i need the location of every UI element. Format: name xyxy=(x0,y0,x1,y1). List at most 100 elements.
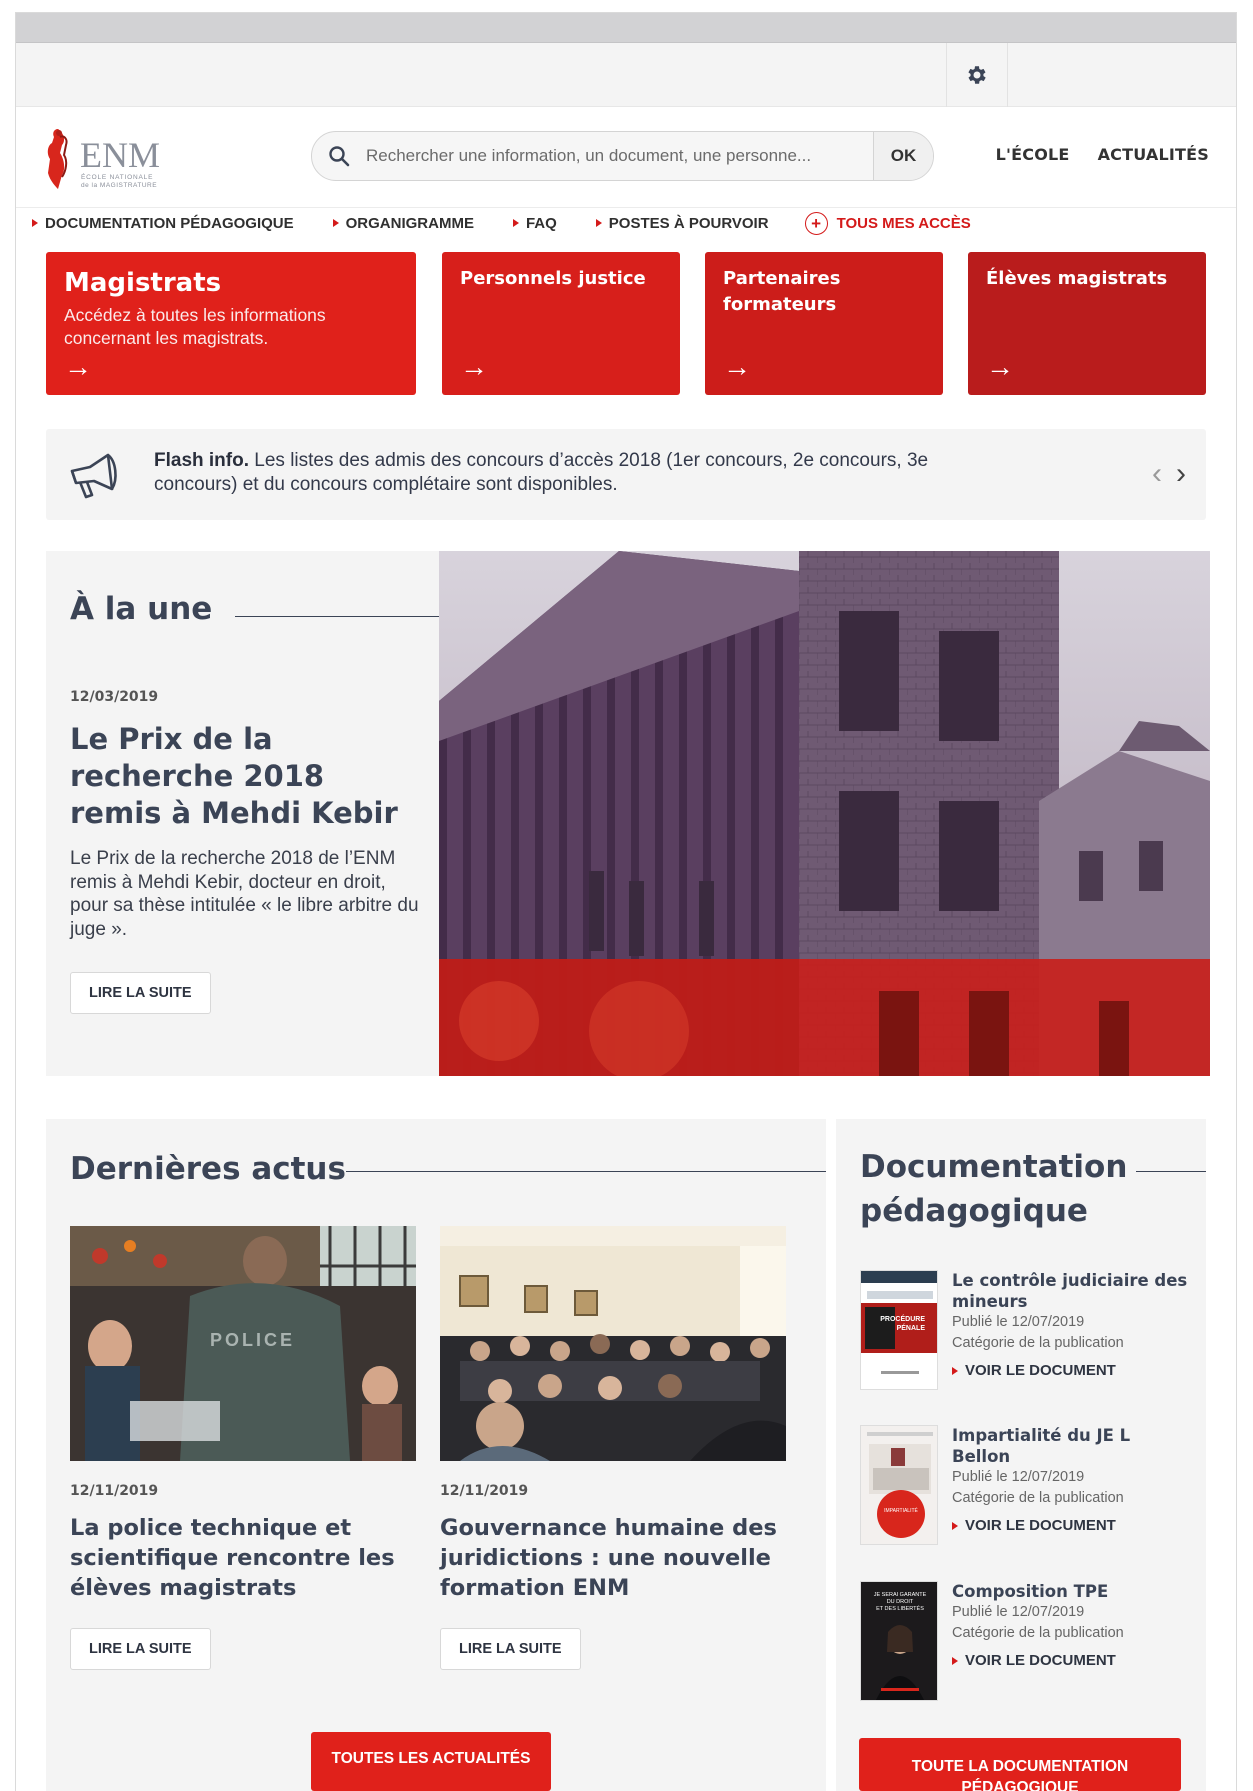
document-title[interactable]: Le contrôle judiciaire des mineurs xyxy=(952,1270,1192,1312)
search-icon xyxy=(312,145,366,167)
bullet-arrow-icon xyxy=(595,219,602,227)
search-submit-button[interactable]: OK xyxy=(873,132,933,180)
nav-actualites[interactable]: ACTUALITÉS xyxy=(1098,145,1209,164)
section-title: Documentation pédagogique xyxy=(860,1149,1128,1229)
card-eleves-magistrats[interactable]: Élèves magistrats → xyxy=(968,252,1206,395)
svg-text:DU DROIT: DU DROIT xyxy=(887,1599,914,1605)
svg-text:PROCÉDURE: PROCÉDURE xyxy=(880,1314,925,1323)
quick-links-bar: DOCUMENTATION PÉDAGOGIQUE ORGANIGRAMME F… xyxy=(32,211,1010,235)
flash-info-message: Les listes des admis des concours d’accè… xyxy=(154,450,929,495)
chevron-left-icon[interactable]: ‹ xyxy=(1152,459,1162,489)
news-photo-police[interactable]: POLICE xyxy=(70,1226,416,1461)
article-date: 12/03/2019 xyxy=(70,689,159,705)
divider xyxy=(1136,1171,1206,1172)
document-category: Catégorie de la publication xyxy=(952,1490,1124,1506)
document-item: JE SERAI GARANTE DU DROIT ET DES LIBERTÉ… xyxy=(860,1581,1190,1701)
site-header: ENM ÉCOLE NATIONALE de la MAGISTRATURE O… xyxy=(16,107,1236,208)
news-date: 12/11/2019 xyxy=(70,1483,159,1499)
document-title[interactable]: Composition TPE xyxy=(952,1581,1192,1602)
document-info: Le contrôle judiciaire des mineurs Publi… xyxy=(952,1270,1192,1379)
quick-link-label: FAQ xyxy=(525,214,557,232)
document-cover[interactable]: JE SERAI GARANTE DU DROIT ET DES LIBERTÉ… xyxy=(860,1581,938,1701)
quick-link-label: ORGANIGRAMME xyxy=(345,214,474,232)
dernieres-actus-section: Dernières actus POLICE 12/11/2019 La pol… xyxy=(46,1119,826,1791)
card-partenaires-formateurs[interactable]: Partenaires formateurs → xyxy=(705,252,943,395)
view-document-label: VOIR LE DOCUMENT xyxy=(965,1652,1116,1669)
main-nav: L'ÉCOLE ACTUALITÉS xyxy=(996,145,1209,164)
documentation-pedagogique-section: Documentation pédagogique PROCÉDURE PÉNA… xyxy=(836,1119,1206,1791)
quick-link-organigramme[interactable]: ORGANIGRAMME xyxy=(332,214,474,232)
flash-info-banner: Flash info. Les listes des admis des con… xyxy=(46,429,1206,520)
read-more-button[interactable]: LIRE LA SUITE xyxy=(70,972,211,1014)
document-title[interactable]: Impartialité du JE L Bellon xyxy=(952,1425,1192,1467)
news-title[interactable]: Gouvernance humaine des juridictions : u… xyxy=(440,1513,786,1603)
svg-text:de la MAGISTRATURE: de la MAGISTRATURE xyxy=(81,182,157,189)
chevron-right-icon[interactable]: › xyxy=(1176,459,1186,489)
view-document-link[interactable]: VOIR LE DOCUMENT xyxy=(952,1517,1192,1534)
all-documentation-button[interactable]: TOUTE LA DOCUMENTATION PÉDAGOGIQUE xyxy=(859,1738,1181,1791)
document-cover[interactable]: PROCÉDURE PÉNALE xyxy=(860,1270,938,1390)
document-item: PROCÉDURE PÉNALE Le contrôle judiciaire … xyxy=(860,1270,1190,1390)
svg-text:IMPARTIALITÉ: IMPARTIALITÉ xyxy=(884,1507,918,1514)
flash-info-text: Flash info. Les listes des admis des con… xyxy=(154,449,1014,497)
svg-text:ÉCOLE NATIONALE: ÉCOLE NATIONALE xyxy=(81,172,153,181)
arrow-right-icon: → xyxy=(460,351,488,382)
document-cover[interactable]: IMPARTIALITÉ xyxy=(860,1425,938,1545)
all-news-button[interactable]: TOUTES LES ACTUALITÉS xyxy=(311,1732,551,1791)
quick-link-postes[interactable]: POSTES À POURVOIR xyxy=(595,215,769,232)
a-la-une-panel: À la une 12/03/2019 Le Prix de la recher… xyxy=(46,551,439,1076)
document-category: Catégorie de la publication xyxy=(952,1625,1124,1641)
quick-link-documentation[interactable]: DOCUMENTATION PÉDAGOGIQUE xyxy=(32,215,294,232)
bullet-arrow-icon xyxy=(952,1521,958,1530)
plus-circle-icon: + xyxy=(804,211,828,235)
card-personnels-justice[interactable]: Personnels justice → xyxy=(442,252,680,395)
document-info: Composition TPE Publié le 12/07/2019 Cat… xyxy=(952,1581,1192,1669)
document-date: Publié le 12/07/2019 xyxy=(952,1604,1085,1620)
card-title: Partenaires formateurs xyxy=(723,268,841,315)
section-title: Dernières actus xyxy=(70,1151,346,1187)
card-magistrats[interactable]: Magistrats Accédez à toutes les informat… xyxy=(46,252,416,395)
quick-link-label: TOUS MES ACCÈS xyxy=(836,214,971,232)
bullet-arrow-icon xyxy=(512,219,519,227)
nav-ecole[interactable]: L'ÉCOLE xyxy=(996,145,1070,164)
svg-text:ET DES LIBERTÉS: ET DES LIBERTÉS xyxy=(876,1605,924,1612)
news-title[interactable]: La police technique et scientifique renc… xyxy=(70,1513,416,1603)
arrow-right-icon: → xyxy=(64,351,92,382)
megaphone-icon xyxy=(64,449,124,508)
quick-link-faq[interactable]: FAQ xyxy=(512,214,557,232)
settings-button[interactable] xyxy=(946,43,1008,107)
svg-text:PÉNALE: PÉNALE xyxy=(897,1323,926,1332)
document-info: Impartialité du JE L Bellon Publié le 12… xyxy=(952,1425,1192,1534)
enm-logo-mark: ENM ÉCOLE NATIONALE de la MAGISTRATURE xyxy=(47,129,160,189)
card-description: Accédez à toutes les informations concer… xyxy=(64,305,326,348)
quick-link-label: DOCUMENTATION PÉDAGOGIQUE xyxy=(45,214,294,232)
quick-link-tous-mes-acces[interactable]: + TOUS MES ACCÈS xyxy=(804,211,971,235)
arrow-right-icon: → xyxy=(723,351,751,382)
article-title[interactable]: Le Prix de la recherche 2018 remis à Meh… xyxy=(70,721,420,832)
search-input[interactable] xyxy=(366,132,873,180)
section-title: À la une xyxy=(70,591,213,627)
news-photo-conference[interactable] xyxy=(440,1226,786,1461)
read-more-button[interactable]: LIRE LA SUITE xyxy=(440,1628,581,1670)
bullet-arrow-icon xyxy=(32,219,38,227)
svg-text:POLICE: POLICE xyxy=(210,1330,295,1350)
featured-building-photo xyxy=(439,551,1210,1076)
bullet-arrow-icon xyxy=(332,219,339,227)
card-title: Personnels justice xyxy=(460,268,646,289)
bullet-arrow-icon xyxy=(952,1656,958,1665)
document-category: Catégorie de la publication xyxy=(952,1335,1124,1351)
divider xyxy=(346,1171,826,1172)
flash-nav: ‹ › xyxy=(1152,459,1186,489)
card-title: Magistrats xyxy=(64,268,222,298)
document-item: IMPARTIALITÉ Impartialité du JE L Bellon… xyxy=(860,1425,1190,1545)
view-document-label: VOIR LE DOCUMENT xyxy=(965,1517,1116,1534)
document-date: Publié le 12/07/2019 xyxy=(952,1469,1085,1485)
article-excerpt: Le Prix de la recherche 2018 de l’ENM re… xyxy=(70,848,419,940)
read-more-button[interactable]: LIRE LA SUITE xyxy=(70,1628,211,1670)
enm-logo[interactable]: ENM ÉCOLE NATIONALE de la MAGISTRATURE xyxy=(44,125,184,197)
card-title: Élèves magistrats xyxy=(986,268,1168,289)
view-document-link[interactable]: VOIR LE DOCUMENT xyxy=(952,1362,1192,1379)
gear-icon xyxy=(968,66,986,84)
view-document-link[interactable]: VOIR LE DOCUMENT xyxy=(952,1652,1192,1669)
document-date: Publié le 12/07/2019 xyxy=(952,1314,1085,1330)
